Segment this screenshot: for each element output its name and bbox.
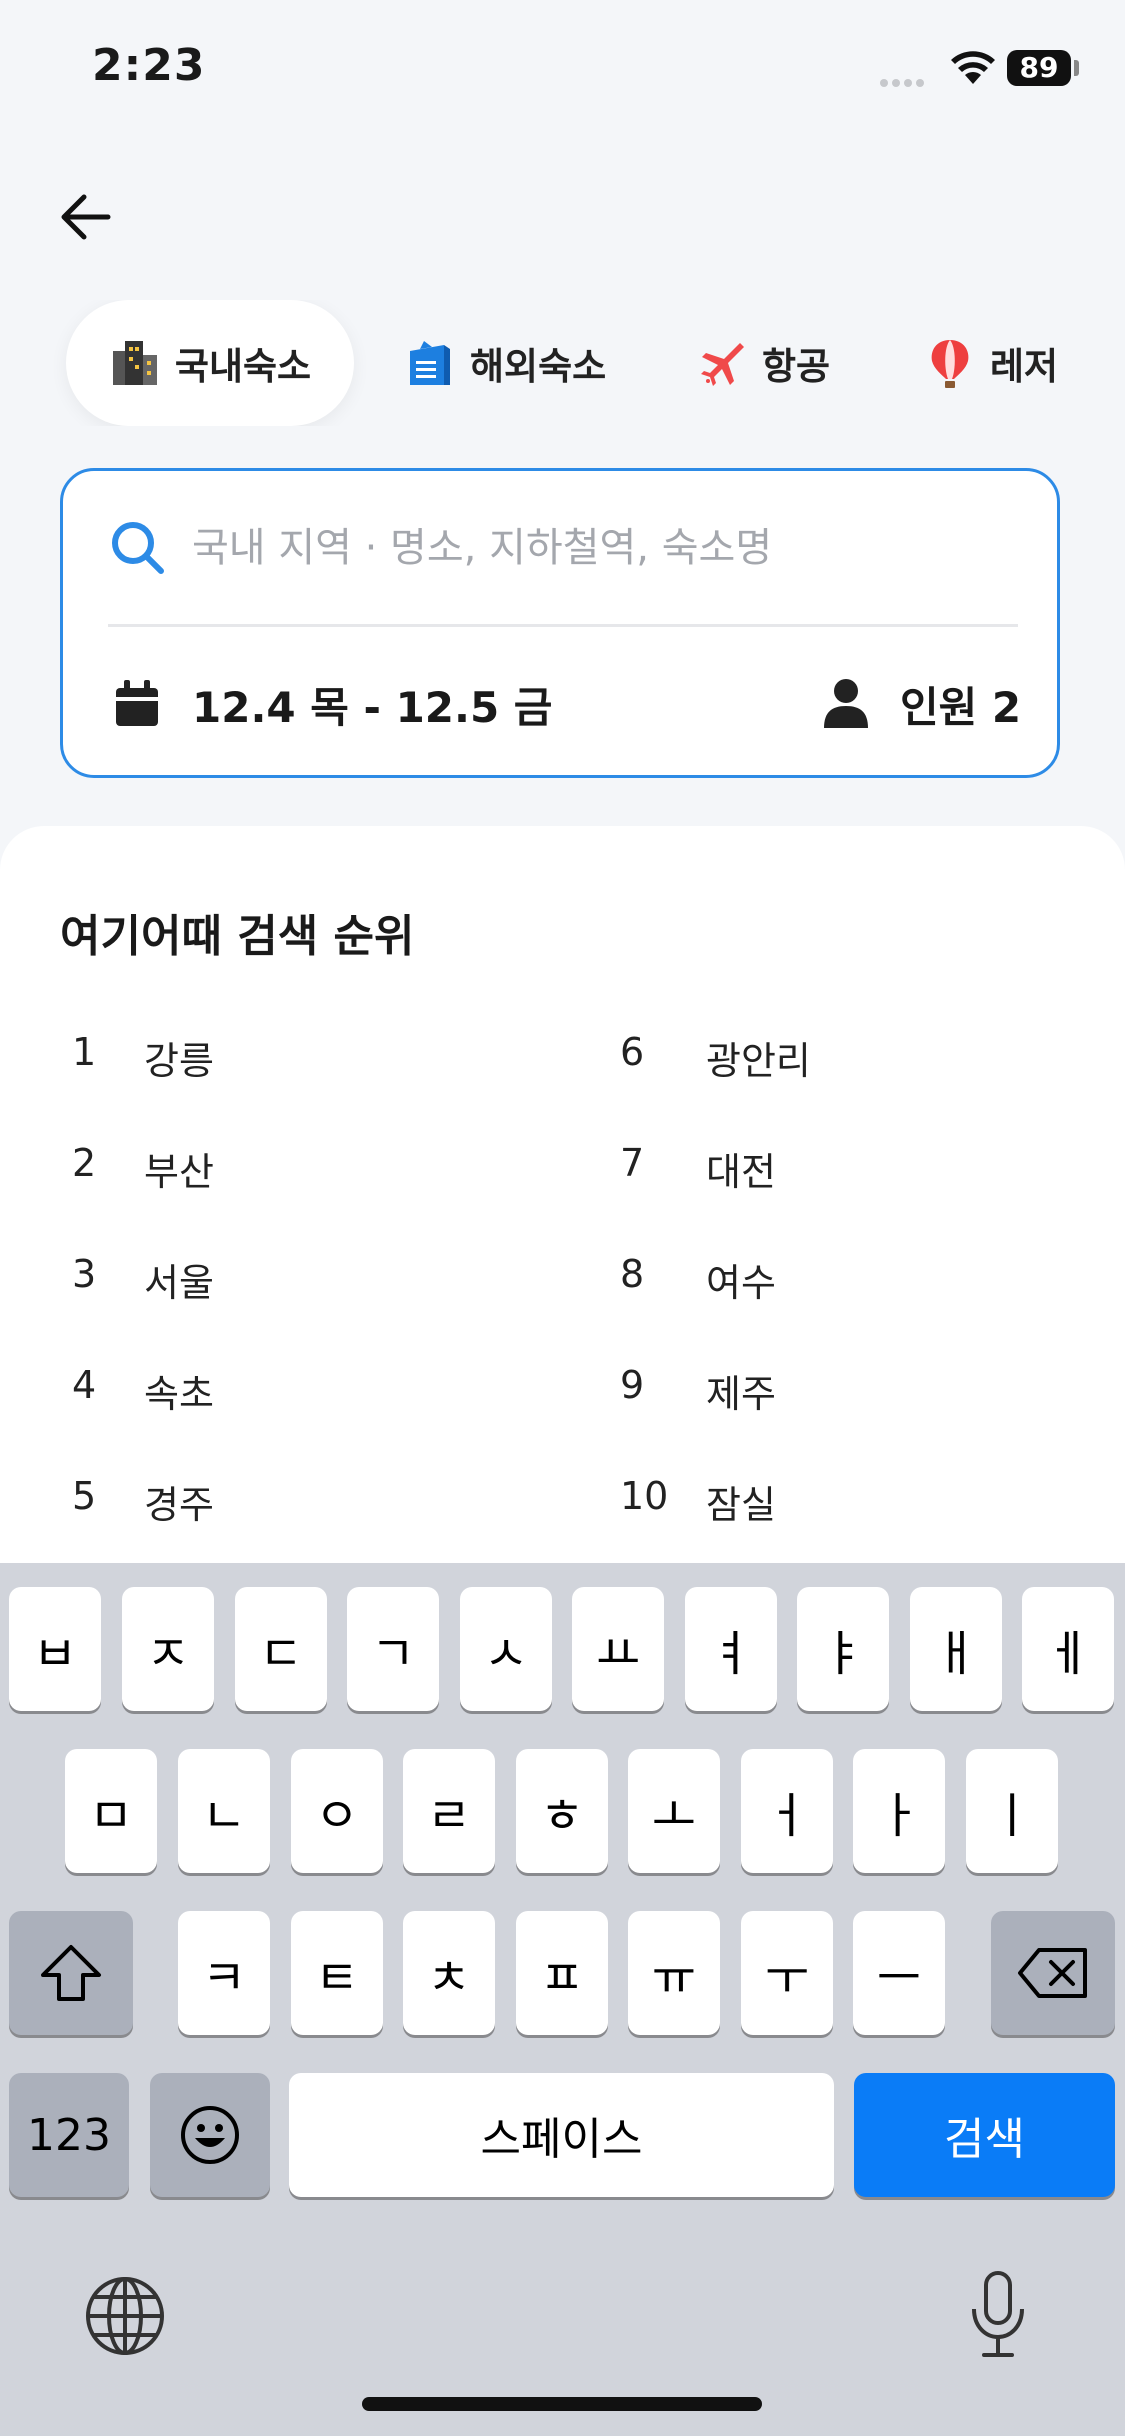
tab-label: 국내숙소 [174,345,312,388]
search-icon [112,522,164,574]
tab-label: 레저 [990,345,1059,388]
microphone-icon[interactable] [966,2269,1030,2359]
rank-number: 10 [620,1474,669,1518]
rank-number: 1 [72,1030,97,1074]
ranking-item[interactable]: 8 여수 [620,1252,776,1307]
back-arrow-icon[interactable] [58,190,112,244]
key[interactable]: ㅁ [65,1749,157,1873]
numbers-key[interactable]: 123 [9,2073,129,2197]
hotel-icon [410,341,450,385]
rank-name: 부산 [144,1150,214,1194]
search-divider [108,624,1018,627]
battery-tip [1074,60,1079,76]
key[interactable]: ㅣ [966,1749,1058,1873]
ranking-item[interactable]: 2 부산 [60,1141,214,1196]
key[interactable]: ㅅ [460,1587,552,1711]
balloon-icon [931,340,969,388]
rank-number: 2 [72,1141,97,1185]
cellular-signal-icon [880,72,928,91]
key[interactable]: ㅏ [853,1749,945,1873]
key[interactable]: ㅠ [628,1911,720,2035]
emoji-key[interactable] [150,2073,270,2197]
rank-number: 6 [620,1030,645,1074]
rank-number: 8 [620,1252,645,1296]
key[interactable]: ㄷ [235,1587,327,1711]
globe-icon[interactable] [84,2275,166,2357]
key[interactable]: ㅋ [178,1911,270,2035]
keyboard: ㅂ ㅈ ㄷ ㄱ ㅅ ㅛ ㅕ ㅑ ㅐ ㅔ ㅁ ㄴ ㅇ ㄹ ㅎ ㅗ ㅓ ㅏ ㅣ ㅋ … [0,1563,1125,2436]
ranking-item[interactable]: 6 광안리 [620,1030,811,1085]
date-range-button[interactable]: 12.4 목 - 12.5 금 [192,674,552,735]
key[interactable]: ㅗ [628,1749,720,1873]
ranking-title: 여기어때 검색 순위 [60,911,415,962]
key[interactable]: ㅑ [797,1587,889,1711]
key[interactable]: ㅇ [291,1749,383,1873]
backspace-key[interactable] [991,1911,1115,2035]
backspace-icon [1018,1948,1087,1998]
key[interactable]: ㅐ [910,1587,1002,1711]
category-tabs: 국내숙소 해외숙소 항공 레저 [0,300,1125,426]
wifi-icon [951,51,995,84]
rank-name: 광안리 [706,1039,811,1083]
space-key[interactable]: 스페이스 [289,2073,834,2197]
ranking-item[interactable]: 7 대전 [620,1141,776,1196]
ranking-item[interactable]: 1 강릉 [60,1030,214,1085]
rank-number: 7 [620,1141,645,1185]
tab-flights[interactable]: 항공 [696,300,830,426]
rank-number: 9 [620,1363,645,1407]
rank-name: 서울 [144,1261,214,1305]
status-time: 2:23 [92,40,206,91]
key[interactable]: ㅊ [403,1911,495,2035]
guest-count-button[interactable]: 인원 2 [900,674,1021,735]
rank-name: 잠실 [706,1483,776,1527]
ranking-item[interactable]: 4 속초 [60,1363,214,1418]
key[interactable]: ㅈ [122,1587,214,1711]
emoji-icon [181,2106,239,2164]
home-indicator [362,2397,762,2411]
key[interactable]: ㅍ [516,1911,608,2035]
rank-name: 속초 [144,1372,214,1416]
search-key[interactable]: 검색 [854,2073,1115,2197]
key[interactable]: ㅡ [853,1911,945,2035]
ranking-item[interactable]: 10 잠실 [620,1474,776,1529]
key[interactable]: ㅛ [572,1587,664,1711]
key[interactable]: ㅓ [741,1749,833,1873]
building-icon [112,341,157,385]
tabs-fade [1055,300,1125,426]
key[interactable]: ㅔ [1022,1587,1114,1711]
rank-number: 4 [72,1363,97,1407]
key[interactable]: ㄹ [403,1749,495,1873]
key[interactable]: ㅜ [741,1911,833,2035]
battery-icon: 89 [1007,50,1071,86]
rank-name: 여수 [706,1261,776,1305]
ranking-item[interactable]: 3 서울 [60,1252,214,1307]
key[interactable]: ㅎ [516,1749,608,1873]
ranking-item[interactable]: 9 제주 [620,1363,776,1418]
key[interactable]: ㄱ [347,1587,439,1711]
shift-key[interactable] [9,1911,133,2035]
tab-overseas-stay[interactable]: 해외숙소 [404,300,606,426]
tab-label: 해외숙소 [470,345,607,388]
rank-number: 5 [72,1474,97,1518]
tab-leisure[interactable]: 레저 [924,300,1058,426]
key[interactable]: ㅌ [291,1911,383,2035]
person-icon [824,679,868,728]
rank-name: 강릉 [144,1039,214,1083]
rank-number: 3 [72,1252,97,1296]
rank-name: 경주 [144,1483,214,1527]
tab-domestic-stay[interactable]: 국내숙소 [66,300,354,426]
tab-label: 항공 [762,345,831,388]
ranking-item[interactable]: 5 경주 [60,1474,214,1529]
rank-name: 대전 [706,1150,776,1194]
key[interactable]: ㅂ [9,1587,101,1711]
shift-icon [41,1945,101,2001]
search-input[interactable] [190,512,1014,584]
key[interactable]: ㅕ [685,1587,777,1711]
rank-name: 제주 [706,1372,776,1416]
airplane-icon [701,343,744,386]
key[interactable]: ㄴ [178,1749,270,1873]
calendar-icon [116,680,158,726]
